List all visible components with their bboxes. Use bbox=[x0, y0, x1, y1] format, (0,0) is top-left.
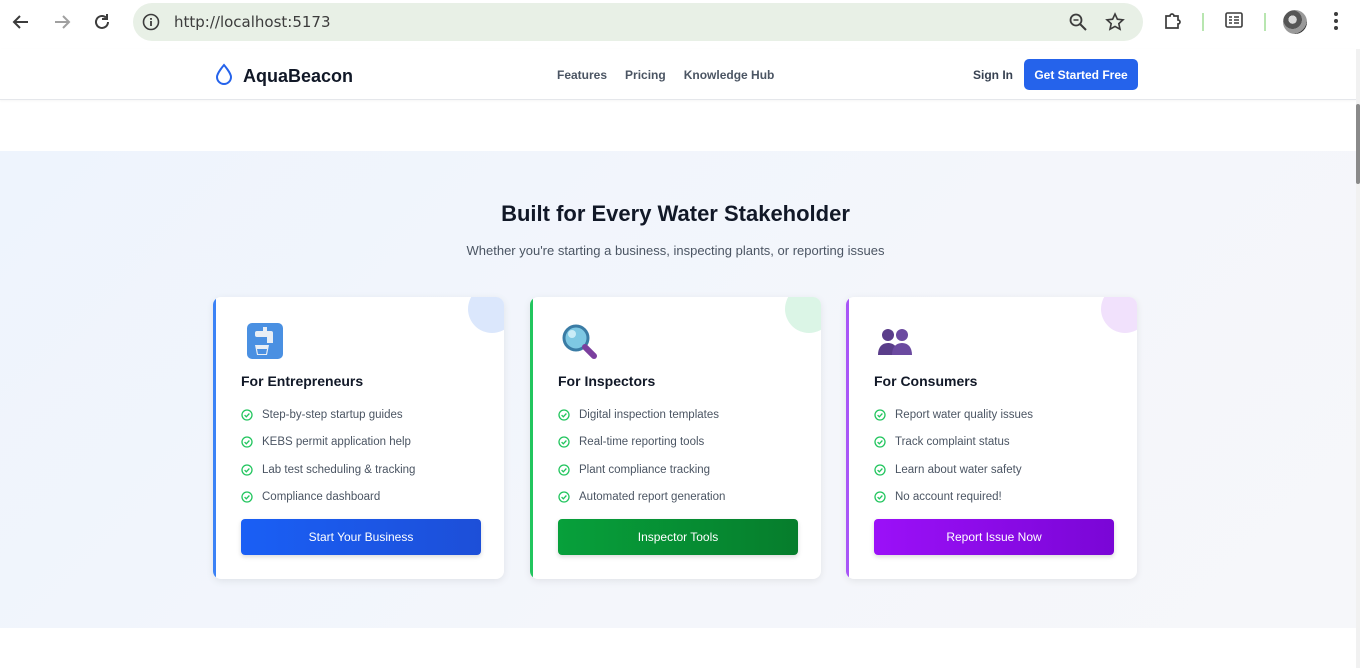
forward-arrow-icon[interactable] bbox=[50, 10, 74, 34]
check-circle-icon bbox=[558, 491, 570, 503]
check-circle-icon bbox=[241, 464, 253, 476]
zoom-icon[interactable] bbox=[1069, 13, 1087, 36]
toolbar-separator bbox=[1264, 13, 1266, 31]
scrollbar-thumb[interactable] bbox=[1356, 104, 1360, 184]
browser-toolbar: http://localhost:5173 bbox=[0, 0, 1360, 45]
check-circle-icon bbox=[558, 409, 570, 421]
reload-icon[interactable] bbox=[90, 10, 114, 34]
url-text[interactable]: http://localhost:5173 bbox=[174, 13, 331, 31]
list-item-text: Learn about water safety bbox=[895, 463, 1022, 476]
list-item: Compliance dashboard bbox=[241, 484, 415, 512]
consumers-card: For Consumers Report water quality issue… bbox=[846, 297, 1137, 579]
feature-list: Step-by-step startup guides KEBS permit … bbox=[241, 401, 415, 511]
sign-in-link[interactable]: Sign In bbox=[973, 68, 1013, 82]
water-tap-icon bbox=[241, 321, 283, 361]
brand-name: AquaBeacon bbox=[243, 66, 354, 86]
reading-list-icon[interactable] bbox=[1224, 10, 1244, 35]
toolbar-separator bbox=[1202, 13, 1204, 31]
start-business-button[interactable]: Start Your Business bbox=[241, 519, 481, 555]
page-scrollbar[interactable] bbox=[1356, 49, 1360, 668]
list-item-text: Step-by-step startup guides bbox=[262, 408, 403, 421]
card-accent-bar bbox=[213, 297, 216, 579]
get-started-button[interactable]: Get Started Free bbox=[1024, 59, 1138, 90]
list-item: Lab test scheduling & tracking bbox=[241, 456, 415, 484]
check-circle-icon bbox=[241, 436, 253, 448]
section-subtitle: Whether you're starting a business, insp… bbox=[466, 243, 885, 258]
list-item: No account required! bbox=[874, 484, 1033, 512]
next-section bbox=[0, 628, 1356, 668]
card-title: For Entrepreneurs bbox=[241, 373, 364, 389]
decorative-circle bbox=[785, 297, 821, 333]
nav-features[interactable]: Features bbox=[557, 68, 607, 82]
bookmark-star-icon[interactable] bbox=[1105, 12, 1125, 37]
check-circle-icon bbox=[874, 491, 886, 503]
list-item-text: Compliance dashboard bbox=[262, 491, 381, 504]
list-item-text: Real-time reporting tools bbox=[579, 436, 705, 449]
extensions-puzzle-icon[interactable] bbox=[1162, 10, 1184, 37]
list-item-text: Plant compliance tracking bbox=[579, 463, 711, 476]
feature-list: Digital inspection templates Real-time r… bbox=[558, 401, 725, 511]
decorative-circle bbox=[1101, 297, 1137, 333]
nav-pricing[interactable]: Pricing bbox=[625, 68, 666, 82]
card-accent-bar bbox=[530, 297, 533, 579]
inspectors-card: For Inspectors Digital inspection templa… bbox=[530, 297, 821, 579]
list-item-text: Report water quality issues bbox=[895, 408, 1034, 421]
check-circle-icon bbox=[874, 464, 886, 476]
site-info-icon[interactable] bbox=[142, 13, 160, 31]
report-issue-button[interactable]: Report Issue Now bbox=[874, 519, 1114, 555]
list-item-text: Digital inspection templates bbox=[579, 408, 719, 421]
back-arrow-icon[interactable] bbox=[9, 10, 33, 34]
card-accent-bar bbox=[846, 297, 849, 579]
list-item: Automated report generation bbox=[558, 484, 725, 512]
check-circle-icon bbox=[874, 409, 886, 421]
check-circle-icon bbox=[241, 409, 253, 421]
list-item: Learn about water safety bbox=[874, 456, 1033, 484]
people-icon bbox=[874, 321, 916, 361]
site-header: AquaBeacon Features Pricing Knowledge Hu… bbox=[0, 49, 1356, 100]
list-item-text: Track complaint status bbox=[895, 436, 1010, 449]
list-item: Step-by-step startup guides bbox=[241, 401, 415, 429]
check-circle-icon bbox=[558, 436, 570, 448]
card-title: For Inspectors bbox=[558, 373, 656, 389]
entrepreneurs-card: For Entrepreneurs Step-by-step startup g… bbox=[213, 297, 504, 579]
list-item-text: Lab test scheduling & tracking bbox=[262, 463, 416, 476]
list-item: KEBS permit application help bbox=[241, 429, 415, 457]
list-item-text: No account required! bbox=[895, 491, 1002, 504]
feature-list: Report water quality issues Track compla… bbox=[874, 401, 1033, 511]
list-item: Plant compliance tracking bbox=[558, 456, 725, 484]
check-circle-icon bbox=[874, 436, 886, 448]
list-item: Digital inspection templates bbox=[558, 401, 725, 429]
water-drop-icon bbox=[214, 63, 234, 90]
list-item-text: Automated report generation bbox=[579, 491, 726, 504]
menu-dots-icon[interactable] bbox=[1328, 10, 1344, 37]
list-item: Report water quality issues bbox=[874, 401, 1033, 429]
card-title: For Consumers bbox=[874, 373, 978, 389]
decorative-circle bbox=[468, 297, 504, 333]
stakeholder-section: Built for Every Water Stakeholder Whethe… bbox=[0, 151, 1356, 628]
main-nav: Features Pricing Knowledge Hub bbox=[557, 68, 792, 82]
brand-logo[interactable]: AquaBeacon bbox=[214, 63, 353, 90]
list-item: Track complaint status bbox=[874, 429, 1033, 457]
check-circle-icon bbox=[241, 491, 253, 503]
address-bar[interactable]: http://localhost:5173 bbox=[133, 3, 1143, 41]
check-circle-icon bbox=[558, 464, 570, 476]
nav-knowledge-hub[interactable]: Knowledge Hub bbox=[684, 68, 775, 82]
inspector-tools-button[interactable]: Inspector Tools bbox=[558, 519, 798, 555]
magnifying-glass-icon bbox=[558, 321, 600, 361]
list-item: Real-time reporting tools bbox=[558, 429, 725, 457]
section-title: Built for Every Water Stakeholder bbox=[501, 201, 850, 226]
list-item-text: KEBS permit application help bbox=[262, 436, 411, 449]
profile-avatar[interactable] bbox=[1283, 10, 1307, 34]
